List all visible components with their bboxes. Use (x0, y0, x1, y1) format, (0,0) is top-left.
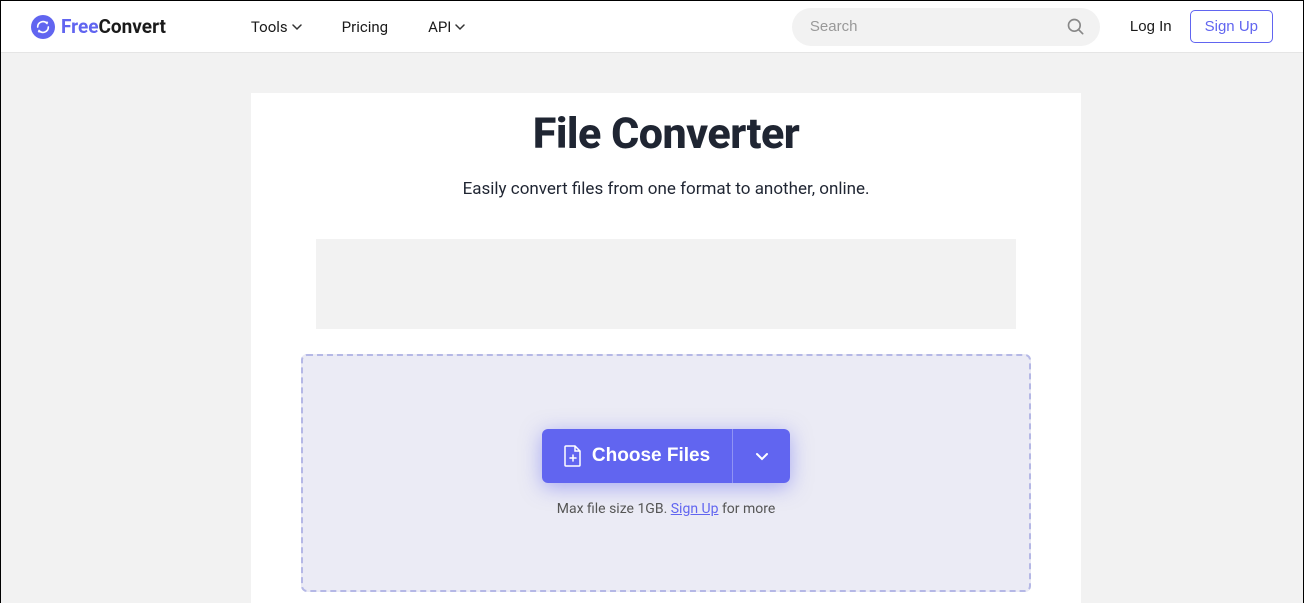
logo-icon (31, 15, 55, 39)
chevron-down-icon (292, 22, 302, 32)
ad-box (316, 239, 1016, 329)
nav-tools-label: Tools (251, 18, 288, 36)
nav-pricing-label: Pricing (342, 18, 388, 36)
header: FreeConvert Tools Pricing API Log In Sig… (1, 1, 1303, 53)
logo-text: FreeConvert (61, 15, 166, 38)
drop-zone[interactable]: Choose Files Max file size 1GB. Sign Up … (301, 354, 1031, 592)
page-title: File Converter (301, 109, 1031, 159)
nav-tools[interactable]: Tools (251, 18, 302, 36)
logo[interactable]: FreeConvert (31, 15, 166, 39)
choose-files-label: Choose Files (592, 445, 710, 467)
right-ad-panel (1081, 93, 1303, 603)
nav-api[interactable]: API (428, 18, 465, 36)
nav: Tools Pricing API (251, 18, 465, 36)
page-subtitle: Easily convert files from one format to … (301, 179, 1031, 199)
signup-button[interactable]: Sign Up (1190, 10, 1273, 43)
nav-api-label: API (428, 18, 451, 36)
content: File Converter Easily convert files from… (251, 93, 1081, 603)
file-info-prefix: Max file size 1GB. (557, 501, 671, 517)
nav-pricing[interactable]: Pricing (342, 18, 388, 36)
chevron-down-icon (754, 448, 770, 464)
auth-buttons: Log In Sign Up (1130, 10, 1273, 43)
file-info: Max file size 1GB. Sign Up for more (557, 501, 776, 517)
choose-files-container: Choose Files (542, 429, 790, 483)
choose-files-dropdown[interactable] (732, 429, 790, 483)
file-info-suffix: for more (718, 501, 775, 517)
file-info-signup-link[interactable]: Sign Up (671, 501, 719, 517)
file-plus-icon (564, 445, 582, 467)
search-icon (1066, 17, 1086, 37)
search-input[interactable] (792, 8, 1100, 46)
choose-files-button[interactable]: Choose Files (542, 429, 732, 483)
main-container: File Converter Easily convert files from… (1, 93, 1303, 603)
left-ad-panel (1, 93, 251, 603)
chevron-down-icon (455, 22, 465, 32)
search-container (792, 8, 1100, 46)
toolbar-background (1, 53, 1303, 93)
login-button[interactable]: Log In (1130, 18, 1172, 35)
